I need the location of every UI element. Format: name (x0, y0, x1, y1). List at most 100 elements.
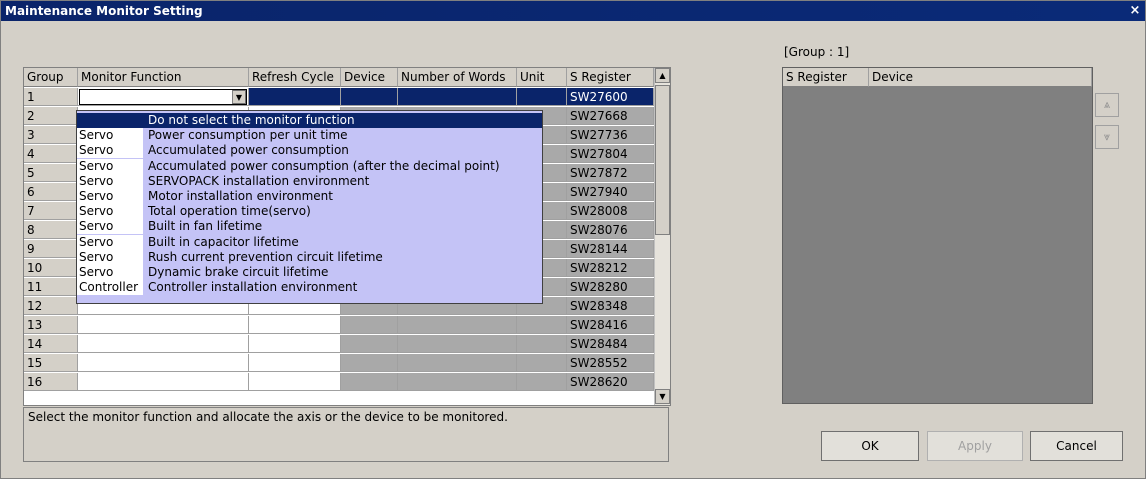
device-cell[interactable] (341, 373, 398, 391)
move-down-icon[interactable]: ⩔ (1095, 125, 1119, 149)
s-register-cell: SW28552 (567, 354, 654, 372)
dropdown-item-category: Servo (77, 189, 143, 204)
dropdown-item-category: Servo (77, 265, 143, 280)
refresh-cycle-cell[interactable] (249, 373, 341, 391)
s-register-cell: SW27804 (567, 145, 654, 163)
header-s-register[interactable]: S Register (567, 68, 654, 87)
group-cell: 16 (24, 373, 78, 391)
description-text: Select the monitor function and allocate… (23, 407, 669, 462)
group-cell: 10 (24, 259, 78, 277)
maintenance-monitor-dialog: Maintenance Monitor Setting × Group Moni… (0, 0, 1146, 479)
header-refresh-cycle[interactable]: Refresh Cycle (249, 68, 341, 87)
device-cell[interactable] (341, 335, 398, 353)
dropdown-item-label: Rush current prevention circuit lifetime (148, 249, 383, 264)
number-of-words-cell (398, 354, 517, 372)
apply-button[interactable]: Apply (927, 431, 1023, 461)
scroll-thumb[interactable] (655, 85, 670, 235)
group-cell: 11 (24, 278, 78, 296)
dropdown-item-category: Servo (77, 234, 143, 250)
s-register-cell: SW28620 (567, 373, 654, 391)
dropdown-item[interactable]: Servo Accumulated power consumption (77, 143, 542, 159)
refresh-cycle-cell[interactable] (249, 88, 341, 106)
table-row[interactable]: 16 SW28620 (24, 373, 654, 391)
unit-cell (517, 88, 567, 106)
group-cell: 14 (24, 335, 78, 353)
unit-cell (517, 373, 567, 391)
s-register-cell: SW28212 (567, 259, 654, 277)
dropdown-item[interactable]: Servo Rush current prevention circuit lif… (77, 249, 542, 265)
dropdown-item-label: Controller installation environment (148, 280, 358, 295)
dropdown-item-category: Servo (77, 204, 143, 220)
dropdown-item-label: SERVOPACK installation environment (148, 173, 370, 188)
group-cell: 9 (24, 240, 78, 258)
refresh-cycle-cell[interactable] (249, 316, 341, 334)
ok-button[interactable]: OK (821, 431, 919, 461)
group-cell: 1 (24, 88, 78, 106)
dropdown-item-category: Servo (77, 173, 143, 189)
number-of-words-cell (398, 316, 517, 334)
grid-scrollbar[interactable]: ▲ ▼ (654, 68, 670, 405)
unit-cell (517, 316, 567, 334)
header-number-of-words[interactable]: Number of Words (398, 68, 517, 87)
dropdown-item[interactable]: Do not select the monitor function (77, 113, 542, 128)
table-row[interactable]: 15 SW28552 (24, 354, 654, 372)
dropdown-item[interactable]: Servo Motor installation environment (77, 189, 542, 204)
close-icon[interactable]: × (1128, 1, 1142, 21)
group-detail-grid: S Register Device (782, 67, 1093, 404)
dropdown-item[interactable]: Servo Total operation time(servo) (77, 204, 542, 220)
dropdown-item[interactable]: Servo Power consumption per unit time (77, 128, 542, 144)
header-group[interactable]: Group (24, 68, 78, 87)
device-cell[interactable] (341, 354, 398, 372)
monitor-function-dropdown[interactable]: Do not select the monitor function Servo P… (76, 110, 543, 304)
dropdown-item-label: Motor installation environment (148, 189, 333, 203)
chevron-down-icon[interactable]: ▼ (232, 90, 246, 104)
table-row[interactable]: 13 SW28416 (24, 316, 654, 334)
dropdown-item[interactable]: Servo Accumulated power consumption (afte… (77, 158, 542, 174)
scroll-down-icon[interactable]: ▼ (655, 389, 670, 404)
header-monitor-function[interactable]: Monitor Function (78, 68, 249, 87)
group-cell: 2 (24, 107, 78, 125)
cancel-button[interactable]: Cancel (1030, 431, 1123, 461)
device-cell[interactable] (341, 316, 398, 334)
refresh-cycle-cell[interactable] (249, 354, 341, 372)
monitor-function-combo[interactable]: ▼ (79, 89, 247, 105)
dropdown-item-label: Do not select the monitor function (148, 113, 355, 127)
number-of-words-cell (398, 88, 517, 106)
s-register-cell: SW28484 (567, 335, 654, 353)
dropdown-item[interactable]: Servo Dynamic brake circuit lifetime (77, 265, 542, 280)
number-of-words-cell (398, 335, 517, 353)
s-register-cell: SW27872 (567, 164, 654, 182)
dropdown-item[interactable]: Controller Controller installation enviro… (77, 280, 542, 296)
monitor-function-cell[interactable] (78, 354, 249, 372)
window-title: Maintenance Monitor Setting (5, 4, 203, 18)
scroll-up-icon[interactable]: ▲ (655, 68, 670, 83)
dropdown-item[interactable]: Servo Built in capacitor lifetime (77, 234, 542, 250)
dropdown-item-category: Servo (77, 158, 143, 174)
header-unit[interactable]: Unit (517, 68, 567, 87)
group-cell: 13 (24, 316, 78, 334)
group-label: [Group : 1] (784, 45, 850, 59)
dropdown-item[interactable]: Servo Built in fan lifetime (77, 219, 542, 235)
move-up-icon[interactable]: ⩓ (1095, 93, 1119, 117)
dropdown-item[interactable]: Servo SERVOPACK installation environment (77, 173, 542, 189)
group-cell: 6 (24, 183, 78, 201)
monitor-function-cell[interactable] (78, 373, 249, 391)
group-cell: 7 (24, 202, 78, 220)
device-cell[interactable] (341, 88, 398, 106)
dropdown-item-category: Servo (77, 249, 143, 265)
table-row[interactable]: 14 SW28484 (24, 335, 654, 353)
header-device[interactable]: Device (341, 68, 398, 87)
dropdown-item-category: Controller (77, 280, 143, 296)
group-cell: 12 (24, 297, 78, 315)
header-device-right[interactable]: Device (869, 68, 1092, 87)
dropdown-item-label: Built in capacitor lifetime (148, 234, 299, 249)
header-s-register-right[interactable]: S Register (783, 68, 869, 87)
group-cell: 8 (24, 221, 78, 239)
monitor-function-cell[interactable] (78, 316, 249, 334)
dropdown-item-category: Servo (77, 219, 143, 235)
monitor-function-cell[interactable] (78, 335, 249, 353)
refresh-cycle-cell[interactable] (249, 335, 341, 353)
s-register-cell: SW28076 (567, 221, 654, 239)
title-bar: Maintenance Monitor Setting × (1, 1, 1145, 21)
dropdown-item-label: Accumulated power consumption (after the… (148, 158, 500, 173)
